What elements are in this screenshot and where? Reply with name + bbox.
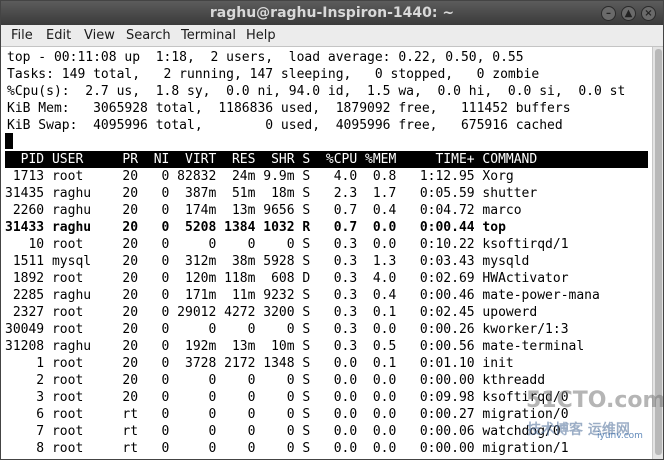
process-row: 1 root 20 0 3728 2172 1348 S 0.0 0.1 0:0… [5,356,514,371]
process-row: 30049 root 20 0 0 0 0 S 0.3 0.0 0:00.26 … [5,322,569,337]
watermark-sub-text: 技术博客 [527,422,583,438]
process-row: 10 root 20 0 0 0 0 S 0.3 0.0 0:10.22 kso… [5,237,569,252]
summary-mem: KiB Mem: 3065928 total, 1186836 used, 18… [7,101,571,116]
menu-edit[interactable]: Edit [46,28,71,43]
process-row: 2260 raghu 20 0 174m 13m 9656 S 0.7 0.4 … [5,203,522,218]
summary-swap: KiB Swap: 4095996 total, 0 used, 4095996… [7,118,563,133]
process-row: 31208 raghu 20 0 192m 13m 10m S 0.3 0.5 … [5,339,585,354]
summary-cpu: %Cpu(s): 2.7 us, 1.8 sy, 0.0 ni, 94.0 id… [7,84,626,99]
process-row: 3 root 20 0 0 0 0 S 0.0 0.0 0:09.98 ksof… [5,390,569,405]
close-icon[interactable]: × [641,6,656,21]
menu-search[interactable]: Search [126,28,171,43]
process-row: 2327 root 20 0 29012 4272 3200 S 0.3 0.1… [5,305,538,320]
process-row: 6 root rt 0 0 0 0 S 0.0 0.0 0:00.27 migr… [5,407,569,422]
process-row: 2285 raghu 20 0 171m 11m 9232 S 0.3 0.4 … [5,288,600,303]
summary-tasks: Tasks: 149 total, 2 running, 147 sleepin… [7,67,540,82]
process-row: 1713 root 20 0 82832 24m 9.9m S 4.0 0.8 … [5,169,514,184]
process-table-header: PID USER PR NI VIRT RES SHR S %CPU %MEM … [5,151,648,168]
terminal-window: raghu@raghu-Inspiron-1440: ~ – ▲ × File … [0,0,664,460]
watermark-url: iyunv.com [597,431,643,441]
summary-uptime: top - 00:11:08 up 1:18, 2 users, load av… [7,50,524,65]
text-cursor [5,133,13,149]
minimize-icon[interactable]: – [601,6,616,21]
menu-file[interactable]: File [11,28,33,43]
title-bar[interactable]: raghu@raghu-Inspiron-1440: ~ – ▲ × [1,1,663,25]
process-row: 7 root rt 0 0 0 0 S 0.0 0.0 0:00.06 watc… [5,424,561,439]
process-row: 1511 mysql 20 0 312m 38m 5928 S 0.3 1.3 … [5,254,530,269]
watermark-logo: 51CTO.com [526,388,664,413]
menu-bar: File Edit View Search Terminal Help [1,25,663,47]
maximize-icon[interactable]: ▲ [621,6,636,21]
menu-terminal[interactable]: Terminal [181,28,236,43]
process-row: 1892 root 20 0 120m 118m 608 D 0.3 4.0 0… [5,271,569,286]
window-title: raghu@raghu-Inspiron-1440: ~ [209,5,455,21]
process-row: 2 root 20 0 0 0 0 S 0.0 0.0 0:00.00 kthr… [5,373,546,388]
menu-help[interactable]: Help [246,28,276,43]
menu-view[interactable]: View [84,28,115,43]
process-row: 31433 raghu 20 0 5208 1384 1032 R 0.7 0.… [5,220,506,235]
process-row: 8 root rt 0 0 0 0 S 0.0 0.0 0:00.00 migr… [5,441,569,456]
process-row: 31435 raghu 20 0 387m 51m 18m S 2.3 1.7 … [5,186,538,201]
